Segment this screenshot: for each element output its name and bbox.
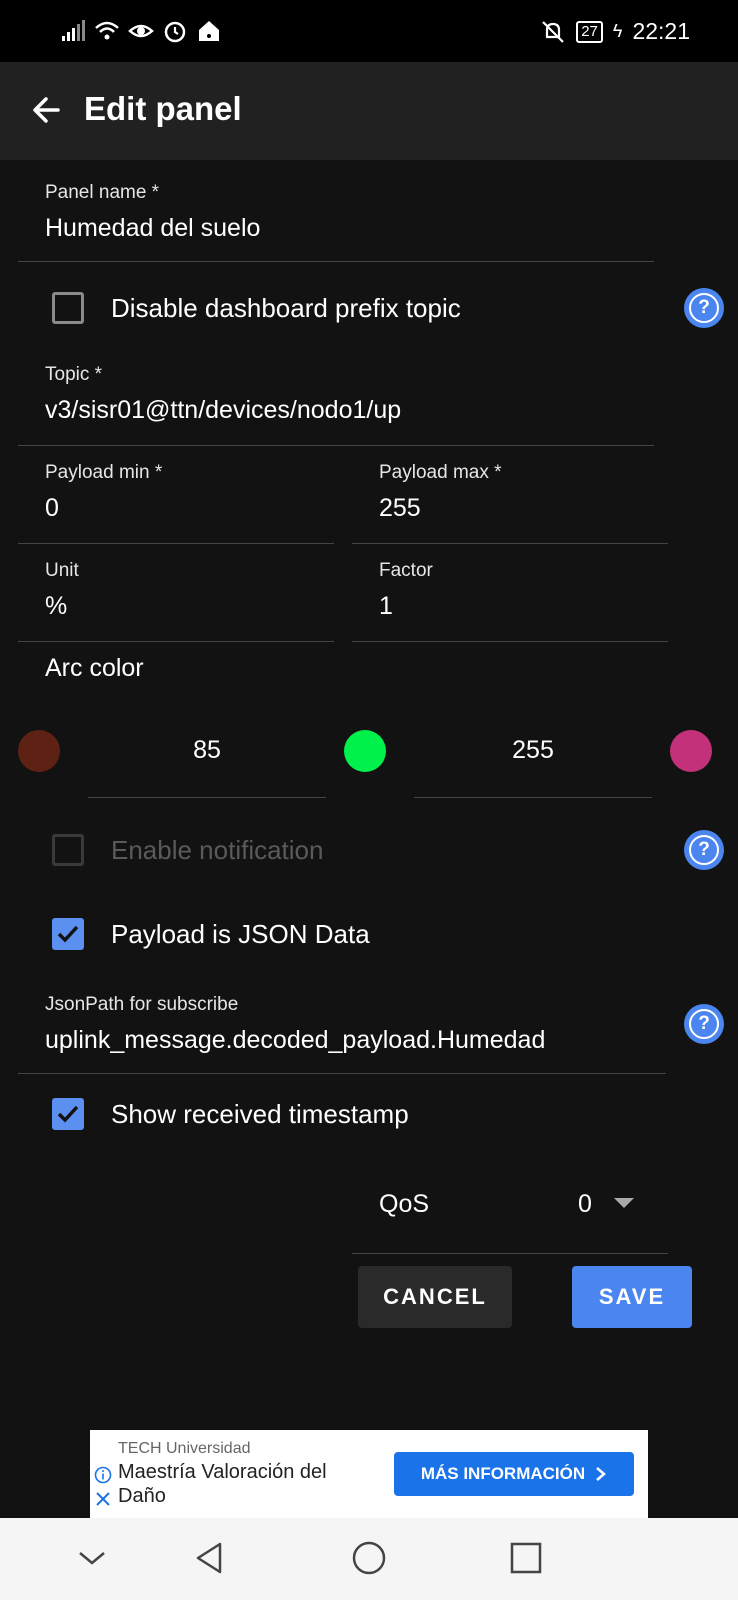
help-icon[interactable]: ? [684,830,724,870]
factor-underline [352,641,668,642]
unit-field[interactable]: Unit % [18,560,334,642]
check-icon [57,1105,79,1123]
payload-max-value[interactable]: 255 [379,494,668,523]
factor-label: Factor [379,560,433,581]
save-button[interactable]: SAVE [572,1266,692,1328]
payload-json-checkbox[interactable] [52,918,84,950]
panel-name-label: Panel name * [45,182,160,203]
chevron-down-icon[interactable] [72,1538,112,1578]
topic-underline [18,445,654,446]
back-triangle-icon[interactable] [190,1538,230,1578]
jsonpath-label: JsonPath for subscribe [45,994,239,1015]
topic-field[interactable]: Topic * v3/sisr01@ttn/devices/nodo1/up [18,364,654,446]
payload-min-value[interactable]: 0 [45,494,334,523]
ad-cta-button[interactable]: MÁS INFORMACIÓN [394,1452,634,1496]
eye-icon [128,24,154,38]
chevron-right-icon [596,1467,607,1481]
payload-min-label: Payload min * [45,462,163,483]
arc-color-swatch-high[interactable] [670,730,712,772]
help-icon[interactable]: ? [684,1004,724,1044]
status-time: 22:21 [632,18,690,44]
show-timestamp-checkbox[interactable] [52,1098,84,1130]
factor-field[interactable]: Factor 1 [352,560,668,642]
status-bar: 27 ϟ 22:21 [0,0,738,62]
arc-threshold-1-underline [88,797,326,798]
arc-color-label: Arc color [45,654,144,682]
check-icon [57,925,79,943]
panel-name-underline [18,261,654,262]
arc-color-swatch-low[interactable] [18,730,60,772]
qos-value: 0 [578,1190,592,1218]
panel-name-field[interactable]: Panel name * Humedad del suelo [18,182,654,262]
ad-cta-label: MÁS INFORMACIÓN [420,1464,586,1483]
qos-underline [352,1253,668,1254]
enable-notification-row[interactable]: Enable notification [52,834,323,866]
show-timestamp-row[interactable]: Show received timestamp [52,1098,409,1130]
jsonpath-field[interactable]: JsonPath for subscribe uplink_message.de… [18,994,666,1074]
page-title: Edit panel [84,90,242,127]
system-nav-bar [0,1518,738,1600]
disable-prefix-row[interactable]: Disable dashboard prefix topic [52,292,461,324]
payload-max-field[interactable]: Payload max * 255 [352,462,668,544]
jsonpath-underline [18,1073,666,1074]
battery-level: 27 [576,20,603,43]
factor-value[interactable]: 1 [379,592,668,621]
unit-underline [18,641,334,642]
topic-value[interactable]: v3/sisr01@ttn/devices/nodo1/up [45,396,654,425]
show-timestamp-label: Show received timestamp [111,1098,409,1129]
qos-select[interactable]: QoS 0 [352,1170,668,1254]
enable-notification-label: Enable notification [111,834,324,865]
ad-close-icon[interactable] [94,1490,112,1508]
back-arrow-icon[interactable] [28,92,64,128]
recents-square-icon[interactable] [506,1538,546,1578]
ad-headline: Maestría Valoración del Daño [118,1461,327,1507]
payload-json-label: Payload is JSON Data [111,918,370,949]
unit-label: Unit [45,560,79,581]
enable-notification-checkbox[interactable] [52,834,84,866]
qos-label: QoS [379,1190,430,1218]
payload-json-row[interactable]: Payload is JSON Data [52,918,370,950]
disable-prefix-checkbox[interactable] [52,292,84,324]
payload-min-underline [18,543,334,544]
arc-threshold-2[interactable]: 255 [414,736,652,765]
ad-brand: TECH Universidad [118,1440,251,1457]
home-circle-icon[interactable] [349,1538,389,1578]
jsonpath-value[interactable]: uplink_message.decoded_payload.Humedad [45,1026,666,1055]
arc-color-swatch-mid[interactable] [344,730,386,772]
mute-bell-icon [542,20,564,43]
ad-banner[interactable]: TECH Universidad Maestría Valoración del… [90,1430,648,1518]
panel-name-value[interactable]: Humedad del suelo [45,214,654,243]
payload-min-field[interactable]: Payload min * 0 [18,462,334,544]
disable-prefix-label: Disable dashboard prefix topic [111,292,461,323]
arc-threshold-2-underline [414,797,652,798]
arc-threshold-1[interactable]: 85 [88,736,326,765]
signal-icon [62,20,85,41]
payload-max-label: Payload max * [379,462,502,483]
alarm-icon [164,21,186,43]
app-bar: Edit panel [0,62,738,160]
dropdown-arrow-icon [614,1198,634,1208]
wifi-icon [95,21,119,40]
home-wifi-icon [199,21,219,41]
charging-icon: ϟ [612,21,623,41]
topic-label: Topic * [45,364,103,385]
payload-max-underline [352,543,668,544]
cancel-button[interactable]: CANCEL [358,1266,512,1328]
help-icon[interactable]: ? [684,288,724,328]
unit-value[interactable]: % [45,592,334,621]
ad-info-icon[interactable] [94,1466,112,1484]
